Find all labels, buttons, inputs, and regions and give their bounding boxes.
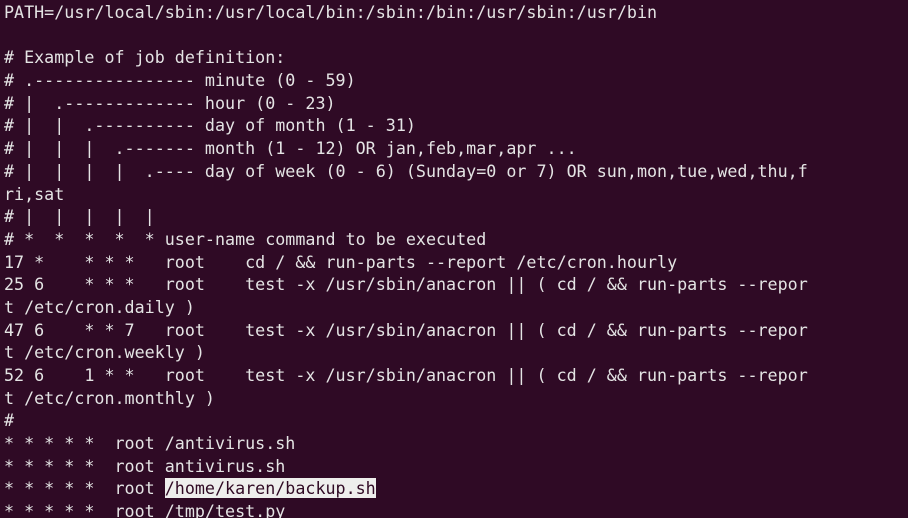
comment-line-wrap: ri,sat <box>4 183 65 204</box>
cron-entry-wrap: t /etc/cron.weekly ) <box>4 342 205 363</box>
comment-line: # <box>4 410 15 431</box>
cron-entry: * * * * * root /antivirus.sh <box>4 433 296 454</box>
comment-line: # .---------------- minute (0 - 59) <box>4 70 356 91</box>
comment-line: # | .------------- hour (0 - 23) <box>4 92 336 113</box>
comment-line: # * * * * * user-name command to be exec… <box>4 228 487 249</box>
cron-entry: * * * * * root antivirus.sh <box>4 455 286 476</box>
cron-entry: 25 6 * * * root test -x /usr/sbin/anacro… <box>4 274 808 295</box>
cron-entry-wrap: t /etc/cron.monthly ) <box>4 387 215 408</box>
terminal-window[interactable]: PATH=/usr/local/sbin:/usr/local/bin:/sbi… <box>0 0 908 518</box>
cron-entry: 17 * * * * root cd / && run-parts --repo… <box>4 251 678 272</box>
comment-line: # Example of job definition: <box>4 47 286 68</box>
cron-entry-wrap: t /etc/cron.daily ) <box>4 296 195 317</box>
cron-entry-prefix: * * * * * root <box>4 478 165 499</box>
cron-entry: 47 6 * * 7 root test -x /usr/sbin/anacro… <box>4 319 808 340</box>
cron-entry-backup: * * * * * root /home/karen/backup.sh <box>4 477 908 500</box>
path-line: PATH=/usr/local/sbin:/usr/local/bin:/sbi… <box>4 2 658 22</box>
cron-entry: 52 6 1 * * root test -x /usr/sbin/anacro… <box>4 365 808 385</box>
cron-entry: * * * * * root /tmp/test.py <box>4 501 286 518</box>
comment-line: # | | .---------- day of month (1 - 31) <box>4 115 416 136</box>
comment-line: # | | | .------- month (1 - 12) OR jan,f… <box>4 138 577 159</box>
comment-line: # | | | | .---- day of week (0 - 6) (Sun… <box>4 160 808 181</box>
selected-path[interactable]: /home/karen/backup.sh <box>164 478 376 499</box>
comment-line: # | | | | | <box>4 206 155 227</box>
